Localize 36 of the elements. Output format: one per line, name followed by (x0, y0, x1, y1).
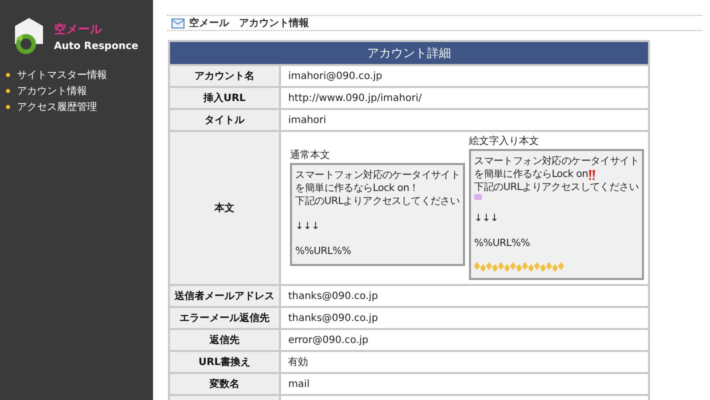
field-value: mail (280, 373, 649, 395)
field-label: URL書換え (169, 351, 280, 373)
field-label: 送信者メールアドレス (169, 285, 280, 307)
body-text-line: 下記のURLよりアクセスしてください (295, 195, 460, 208)
body-text-line: を簡単に作るならLock on！ (295, 182, 419, 195)
body-text-line: スマートフォン対応のケータイサイト (474, 155, 639, 168)
body-label: 絵文字入り本文 (469, 134, 540, 148)
field-label: タイトル (169, 109, 280, 131)
field-label: 変数名 (169, 373, 280, 395)
field-label: エラーメール返信先 (169, 307, 280, 329)
field-value: 有効 (280, 351, 649, 373)
field-label: 返信先 (169, 329, 280, 351)
body-text-line: %%URL%% (295, 245, 351, 258)
body-text-line: ↓↓↓ (295, 220, 320, 233)
field-value: http://www.090.jp/imahori/ (280, 87, 649, 109)
sidebar-link[interactable]: アクセス履歴管理 (6, 100, 153, 114)
field-label: アカウント名 (169, 65, 280, 87)
sidebar-link[interactable]: サイトマスター情報 (6, 68, 153, 82)
sidebar-link[interactable]: アカウント情報 (6, 84, 153, 98)
field-value: thanks@090.co.jp (280, 307, 649, 329)
field-label: 挿入URL (169, 87, 280, 109)
body-text-line: ↓↓↓ (474, 212, 498, 225)
body-text-line: を簡単に作るならLock on (474, 168, 588, 181)
body-label: 通常本文 (290, 148, 332, 162)
field-label: 本文 (169, 131, 280, 285)
field-value: imahori@090.co.jp (280, 65, 649, 87)
field-value: imahori (280, 109, 649, 131)
field-value: error@090.co.jp (280, 329, 649, 351)
table-title: アカウント詳細 (169, 41, 649, 65)
body-text-line: 下記のURLよりアクセスしてください (474, 181, 639, 194)
logo-subtitle: Auto Responce (54, 40, 138, 52)
page-title: 空メール アカウント情報 (189, 16, 309, 30)
logo-title: 空メール (54, 20, 104, 38)
body-text-line: スマートフォン対応のケータイサイト (295, 169, 460, 182)
field-value: thanks@090.co.jp (280, 285, 649, 307)
body-text-line: %%URL%% (474, 237, 530, 250)
